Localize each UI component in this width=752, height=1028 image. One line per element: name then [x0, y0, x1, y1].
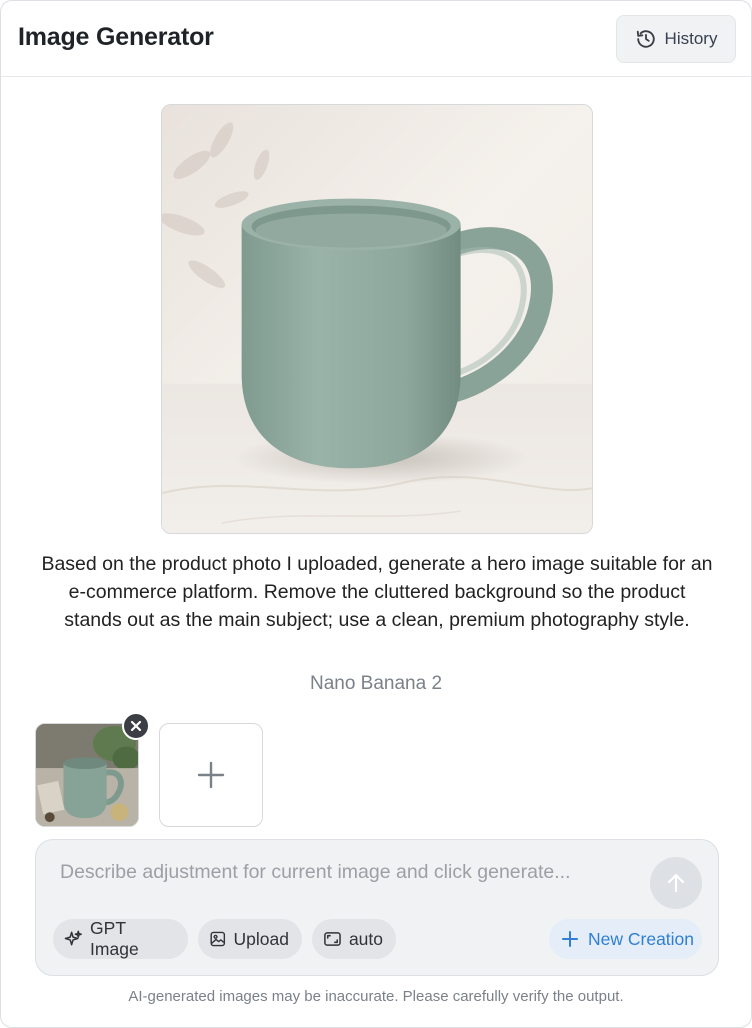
image-icon	[210, 931, 226, 947]
aspect-ratio-icon	[324, 932, 341, 946]
upload-chip[interactable]: Upload	[198, 919, 302, 959]
plus-icon	[197, 761, 225, 789]
new-creation-label: New Creation	[588, 928, 695, 949]
add-attachment-button[interactable]	[159, 723, 263, 827]
aspect-ratio-chip[interactable]: auto	[312, 919, 396, 959]
prompt-input[interactable]	[60, 858, 640, 886]
model-selector-chip[interactable]: GPT Image	[53, 918, 188, 959]
remove-attachment-button[interactable]	[122, 712, 150, 740]
sparkles-icon	[64, 930, 82, 946]
attachment-thumbnail[interactable]	[35, 723, 139, 827]
upload-label: Upload	[233, 928, 289, 949]
arrow-up-icon	[667, 873, 685, 893]
mug-illustration	[162, 105, 592, 533]
image-generator-window: Image Generator History Based on the pro…	[0, 0, 752, 1028]
model-selector-label: GPT Image	[90, 918, 139, 959]
prompt-text: Based on the product photo I uploaded, g…	[41, 553, 713, 631]
close-icon	[130, 720, 142, 732]
generated-image[interactable]	[161, 104, 593, 534]
send-button[interactable]	[650, 857, 702, 909]
page-title: Image Generator	[18, 23, 214, 51]
header: Image Generator History	[1, 1, 751, 77]
history-button[interactable]: History	[616, 15, 736, 63]
new-creation-button[interactable]: New Creation	[549, 919, 702, 959]
history-label: History	[664, 29, 718, 48]
aspect-ratio-label: auto	[348, 928, 383, 949]
history-icon	[636, 30, 655, 48]
model-name: Nano Banana 2	[309, 673, 443, 694]
uploaded-photo	[36, 724, 138, 826]
composer-panel: GPT Image Upload auto New Creation	[35, 839, 719, 976]
plus-icon	[562, 931, 578, 947]
disclaimer-text: AI-generated images may be inaccurate. P…	[128, 988, 624, 1005]
